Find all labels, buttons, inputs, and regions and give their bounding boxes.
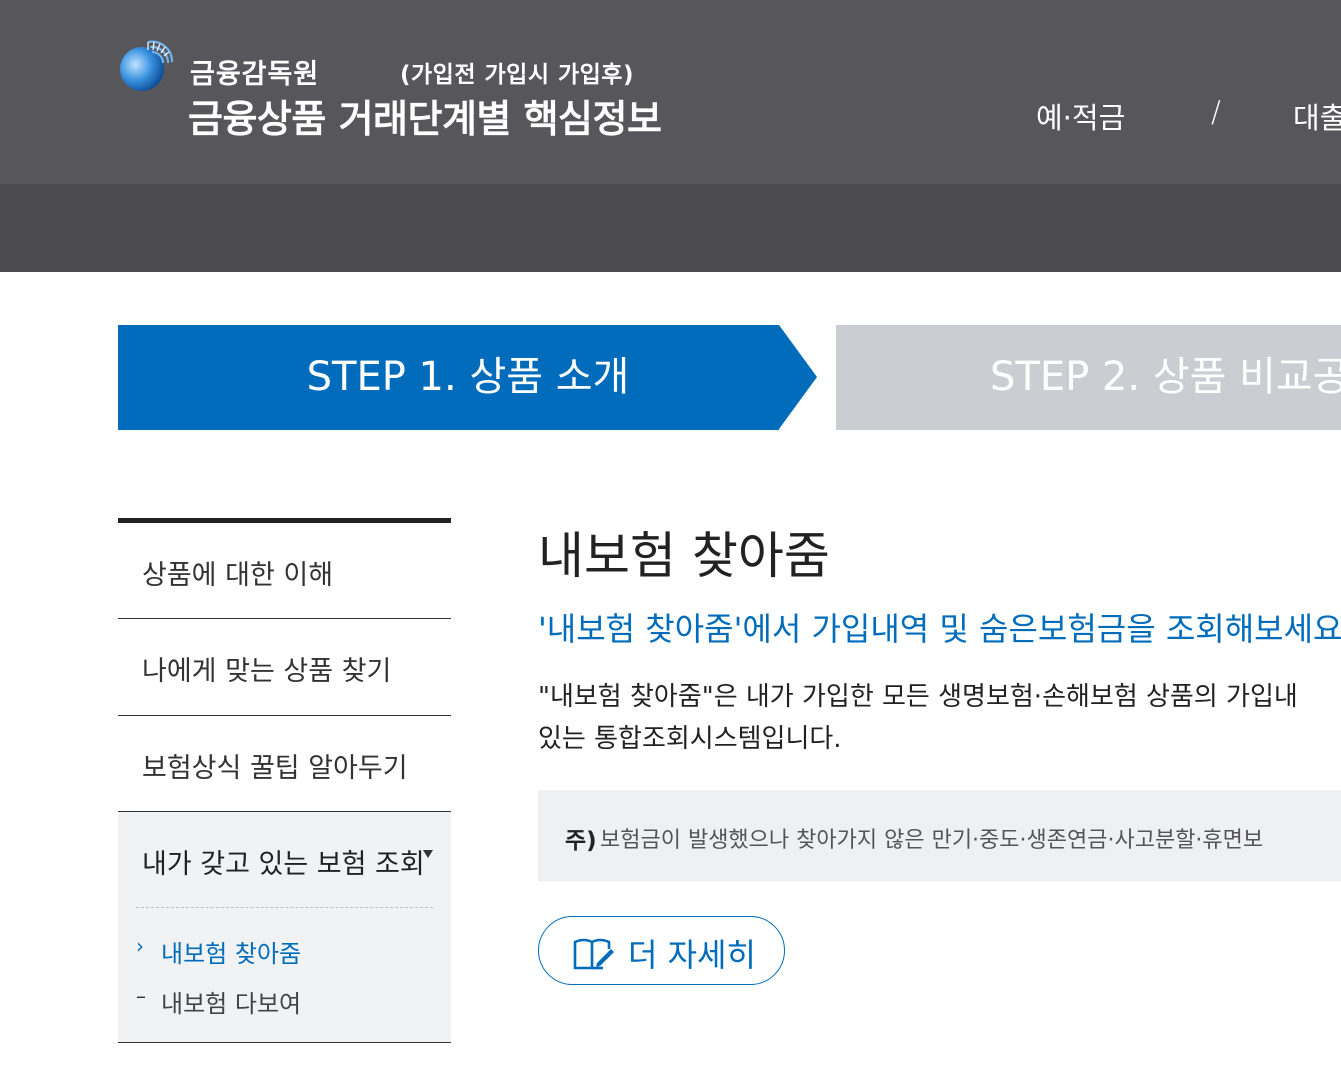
page-description: "내보험 찾아줌"은 내가 가입한 모든 생명보험·손해보험 상품의 가입내 있… [538,676,1341,760]
nav-item-loan[interactable]: 대출 [1293,95,1341,137]
nav-item-deposit[interactable]: 예·적금 [1036,95,1125,137]
dash-icon: – [136,984,146,1008]
step-1-label[interactable]: STEP 1. 상품 소개 [118,325,818,430]
step-2-label[interactable]: STEP 2. 상품 비교공 [990,325,1341,430]
note-box: 주) 보험금이 발생했으나 찾아가지 않은 만기·중도·생존연금·사고분할·휴면… [538,790,1341,881]
sidebar-item-tips[interactable]: 보험상식 꿀팁 알아두기 [118,716,451,812]
submenu-item-view-insurance[interactable]: 내보험 다보여 [161,984,301,1019]
page: 금융감독원 (가입전 가입시 가입후) 금융상품 거래단계별 핵심정보 예·적금… [0,0,1341,1089]
org-name: 금융감독원 [190,59,320,90]
more-details-label: 더 자세히 [628,936,756,974]
sidebar-item-label: 상품에 대한 이해 [142,560,334,591]
sidebar-divider [136,907,433,908]
fss-globe-logo[interactable] [118,36,176,94]
sidebar-item-label: 보험상식 꿀팁 알아두기 [142,753,408,784]
sidebar-item-find-product[interactable]: 나에게 맞는 상품 찾기 [118,619,451,716]
sidebar-item-label: 나에게 맞는 상품 찾기 [142,656,392,687]
submenu-item-find-insurance[interactable]: 내보험 찾아줌 [161,934,301,969]
more-details-button[interactable]: 더 자세히 [538,916,785,985]
sidebar-item-label: 내가 갖고 있는 보험 조회 [142,849,425,880]
sidebar-item-understanding[interactable]: 상품에 대한 이해 [118,523,451,619]
page-subtitle: '내보험 찾아줌'에서 가입내역 및 숨은보험금을 조회해보세요 [538,610,1341,648]
book-icon [573,938,614,970]
sidebar-item-my-insurance[interactable]: 내가 갖고 있는 보험 조회 › 내보험 찾아줌 – 내보험 다보여 [118,812,451,1043]
description-line-1: "내보험 찾아줌"은 내가 가입한 모든 생명보험·손해보험 상품의 가입내 [538,682,1298,712]
caret-down-icon [423,850,433,858]
nav-separator: / [1211,95,1221,129]
chevron-right-icon: › [136,934,144,958]
stages-label: (가입전 가입시 가입후) [400,62,634,88]
description-line-2: 있는 통합조회시스템입니다. [538,724,842,754]
page-title: 내보험 찾아줌 [538,527,830,585]
header-subbar [0,184,1341,272]
note-label: 주) [565,828,597,854]
note-text: 보험금이 발생했으나 찾아가지 않은 만기·중도·생존연금·사고분할·휴면보 [600,828,1264,853]
site-title[interactable]: 금융상품 거래단계별 핵심정보 [188,88,662,143]
